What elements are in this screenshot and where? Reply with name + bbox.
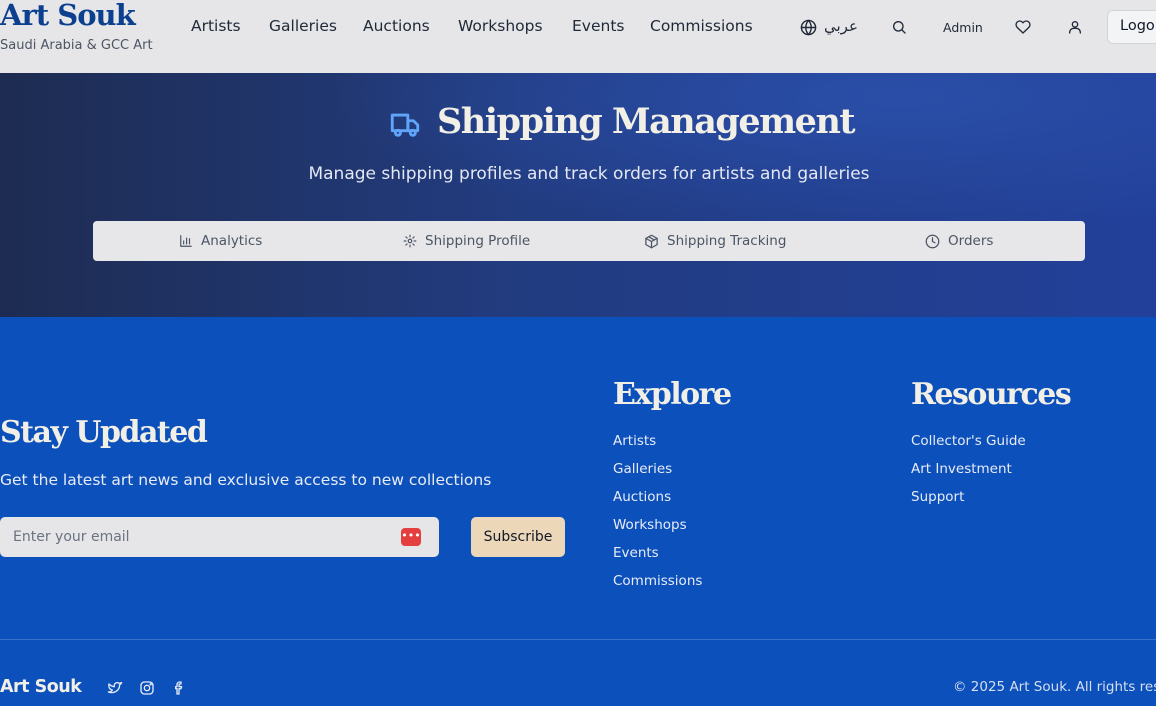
password-manager-badge[interactable]: ••• <box>401 528 421 546</box>
tab-analytics[interactable]: Analytics <box>179 221 262 261</box>
language-toggle[interactable]: عربي <box>824 17 858 35</box>
tab-bar: Analytics Shipping Profile Shipping Trac… <box>93 221 1085 261</box>
tab-orders[interactable]: Orders <box>925 221 993 261</box>
site-tagline: Saudi Arabia & GCC Art <box>0 38 153 53</box>
globe-icon[interactable] <box>800 19 817 36</box>
truck-icon <box>390 113 420 137</box>
facebook-icon[interactable] <box>171 680 187 696</box>
nav-workshops[interactable]: Workshops <box>458 17 543 35</box>
footer-link-artists[interactable]: Artists <box>613 433 702 461</box>
page-title: Shipping Management <box>437 101 856 142</box>
newsletter-title: Stay Updated <box>0 415 208 450</box>
package-icon <box>645 234 658 248</box>
footer-link-events[interactable]: Events <box>613 545 702 573</box>
nav-artists[interactable]: Artists <box>191 17 241 35</box>
clock-icon <box>925 234 940 248</box>
tab-orders-label: Orders <box>948 233 994 249</box>
subscribe-button[interactable]: Subscribe <box>471 517 565 557</box>
heart-icon[interactable] <box>1015 19 1031 35</box>
user-icon[interactable] <box>1067 19 1083 35</box>
resources-links: Collector's Guide Art Investment Support <box>911 433 1026 517</box>
site-logo[interactable]: Art Souk <box>0 0 136 32</box>
tab-shipping-profile[interactable]: Shipping Profile <box>403 221 530 261</box>
footer-link-collectors-guide[interactable]: Collector's Guide <box>911 433 1026 461</box>
explore-heading: Explore <box>613 377 732 412</box>
tab-shipping-profile-label: Shipping Profile <box>425 233 531 249</box>
page-subtitle: Manage shipping profiles and track order… <box>308 164 870 184</box>
admin-link[interactable]: Admin <box>943 20 983 35</box>
instagram-icon[interactable] <box>139 680 155 696</box>
explore-links: Artists Galleries Auctions Workshops Eve… <box>613 433 702 601</box>
footer-divider <box>0 639 1156 640</box>
footer-link-auctions[interactable]: Auctions <box>613 489 702 517</box>
search-icon[interactable] <box>891 19 907 35</box>
footer-link-commissions[interactable]: Commissions <box>613 573 702 601</box>
hero-banner: Shipping Management Manage shipping prof… <box>0 73 1156 317</box>
bar-chart-icon <box>180 235 192 247</box>
gear-icon <box>403 234 417 248</box>
site-header: Art Souk Saudi Arabia & GCC Art Artists … <box>0 0 1156 73</box>
tab-analytics-label: Analytics <box>201 233 263 249</box>
twitter-icon[interactable] <box>107 680 123 696</box>
copyright-notice: © 2025 Art Souk. All rights reserved. <box>953 679 1156 695</box>
email-field[interactable] <box>0 517 390 557</box>
tab-shipping-tracking-label: Shipping Tracking <box>667 233 787 249</box>
resources-heading: Resources <box>911 377 1072 412</box>
footer-link-galleries[interactable]: Galleries <box>613 461 702 489</box>
newsletter-email-wrapper: ••• <box>0 517 439 557</box>
footer-logo[interactable]: Art Souk <box>0 677 82 697</box>
nav-events[interactable]: Events <box>572 17 624 35</box>
newsletter-description: Get the latest art news and exclusive ac… <box>0 471 492 489</box>
footer-link-workshops[interactable]: Workshops <box>613 517 702 545</box>
tab-shipping-tracking[interactable]: Shipping Tracking <box>644 221 786 261</box>
nav-auctions[interactable]: Auctions <box>363 17 430 35</box>
footer-link-support[interactable]: Support <box>911 489 1026 517</box>
nav-commissions[interactable]: Commissions <box>650 17 753 35</box>
footer-link-art-investment[interactable]: Art Investment <box>911 461 1026 489</box>
nav-galleries[interactable]: Galleries <box>269 17 337 35</box>
logout-button[interactable]: Logout <box>1107 10 1156 44</box>
